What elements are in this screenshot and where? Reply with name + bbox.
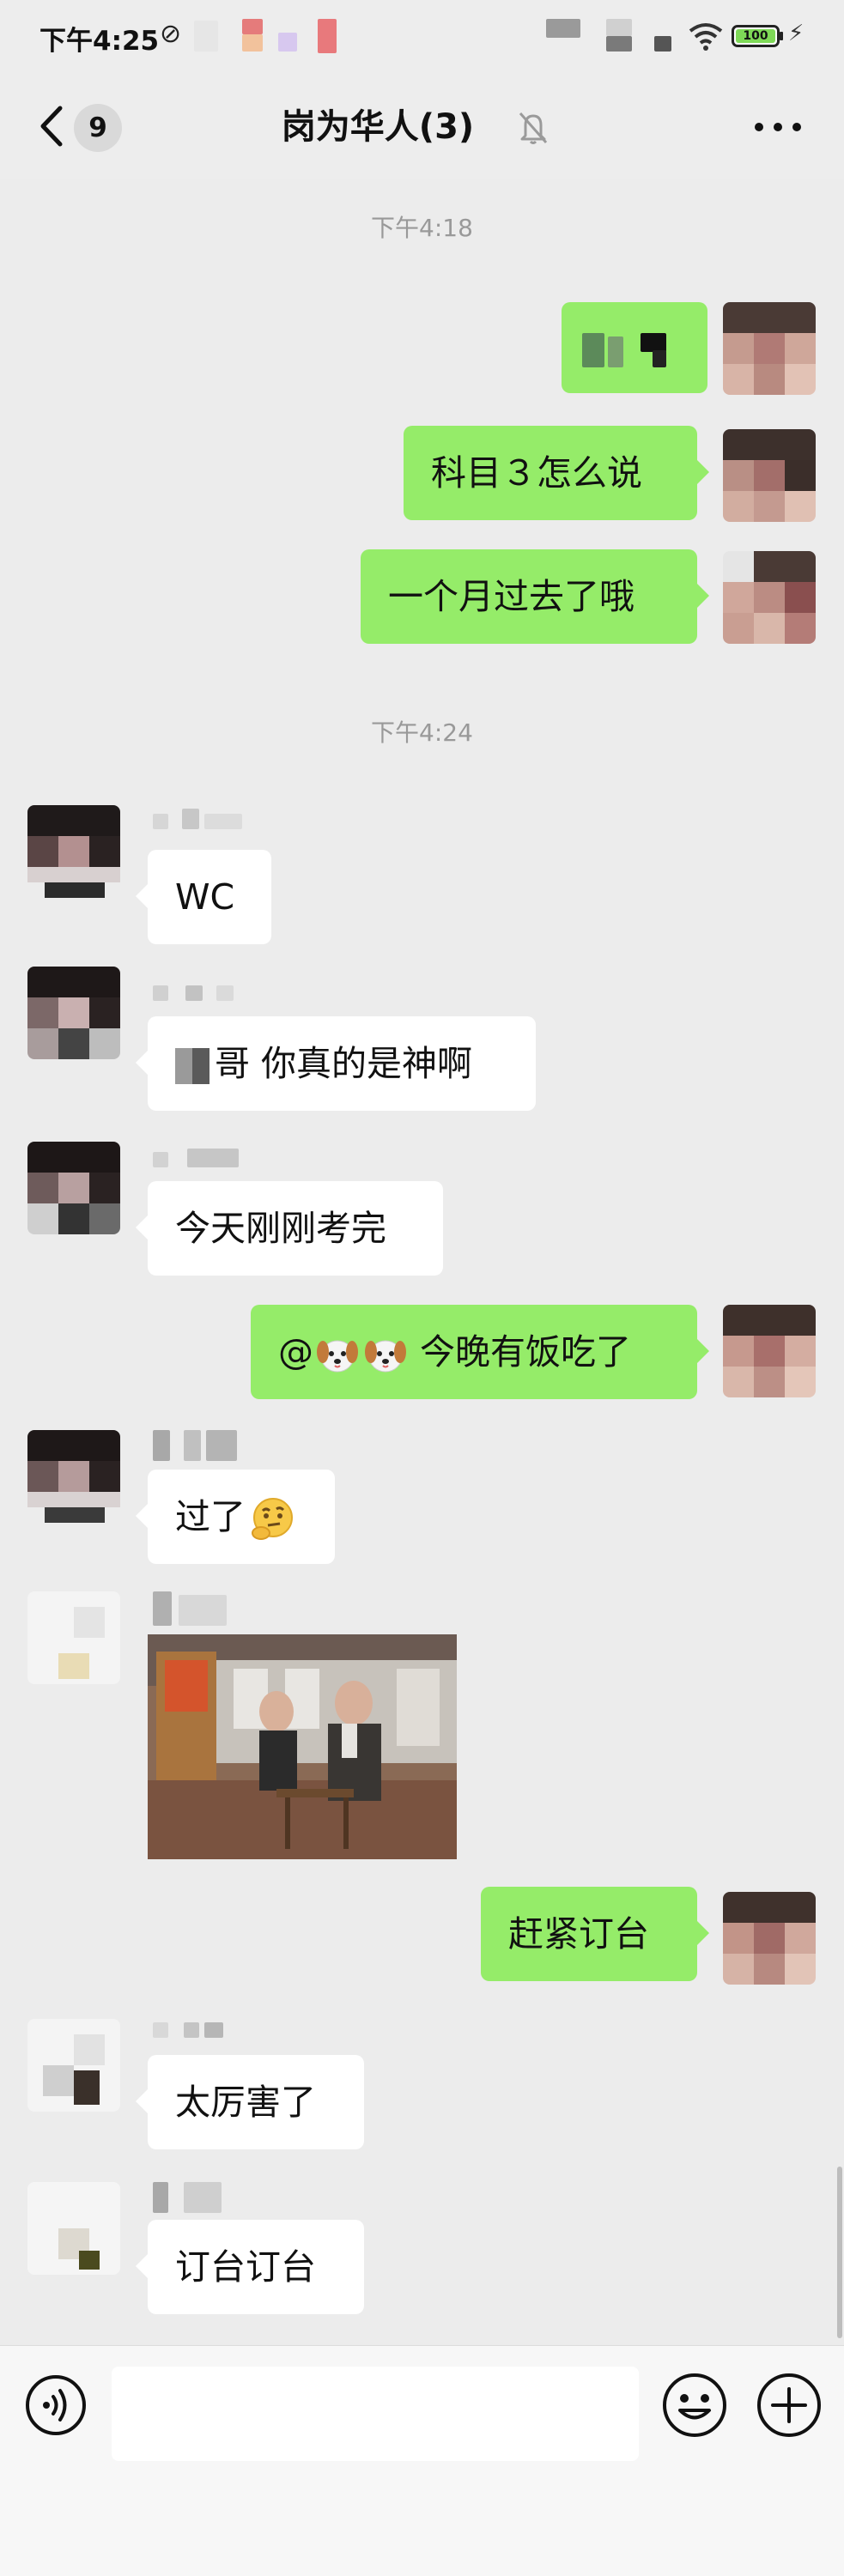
message-text: 今晚有饭吃了	[420, 1331, 631, 1373]
notifications-muted-icon: ⊘	[160, 19, 182, 49]
mention-symbol: @	[278, 1331, 313, 1373]
status-time: 下午4:25	[39, 26, 160, 57]
sender-avatar[interactable]	[27, 1142, 120, 1234]
sender-avatar[interactable]	[27, 805, 120, 898]
chevron-left-icon[interactable]	[34, 103, 69, 149]
message-text: 过了	[175, 1496, 246, 1537]
incoming-message-bubble[interactable]: 订台订台	[136, 2220, 364, 2314]
outgoing-message-bubble[interactable]: 科目３怎么说	[404, 426, 709, 520]
my-avatar[interactable]	[723, 551, 816, 644]
charging-icon: ⚡	[788, 21, 805, 46]
sender-name-pixelated	[153, 2019, 247, 2045]
sender-avatar[interactable]	[27, 2182, 120, 2275]
message-input[interactable]	[112, 2367, 639, 2461]
unread-count-badge[interactable]: 9	[74, 104, 122, 152]
incoming-message-bubble[interactable]: 哥 你真的是神啊	[136, 1016, 536, 1111]
message-timestamp: 下午4:18	[371, 214, 473, 242]
message-timestamp: 下午4:24	[371, 718, 473, 747]
my-avatar[interactable]	[723, 1305, 816, 1397]
image-content	[148, 1634, 457, 1859]
my-avatar[interactable]	[723, 302, 816, 395]
battery-cap	[780, 32, 783, 40]
plus-icon[interactable]	[756, 2372, 823, 2439]
incoming-message-bubble[interactable]: WC	[136, 850, 271, 944]
chat-header: 9 岗为华人(3)	[0, 74, 844, 179]
chat-title[interactable]: 岗为华人(3)	[249, 100, 507, 155]
my-avatar[interactable]	[723, 429, 816, 522]
sender-name-pixelated	[153, 807, 247, 833]
message-text: 哥 你真的是神啊	[215, 1043, 473, 1084]
sender-name-pixelated	[153, 1591, 247, 1626]
sender-name-pixelated	[153, 2182, 247, 2213]
pixelated-character	[175, 1048, 209, 1084]
outgoing-message-bubble[interactable]: @ 今晚有饭吃了	[251, 1305, 709, 1399]
more-horizontal-icon[interactable]	[750, 106, 805, 148]
input-bar	[0, 2345, 844, 2576]
sender-avatar[interactable]	[27, 1430, 120, 1523]
sender-avatar[interactable]	[27, 967, 120, 1059]
wifi-icon	[689, 23, 723, 51]
voice-icon[interactable]	[24, 2373, 88, 2437]
chat-scrollbar[interactable]	[837, 2167, 842, 2338]
outgoing-message-bubble[interactable]: 一个月过去了哦	[361, 549, 709, 644]
incoming-message-bubble[interactable]: 今天刚刚考完	[136, 1181, 443, 1276]
incoming-message-bubble[interactable]: 过了	[136, 1470, 335, 1564]
dog-face-emoji-icon	[317, 1340, 358, 1373]
bell-off-icon	[519, 112, 548, 144]
dog-face-emoji-icon	[365, 1340, 406, 1373]
emoji-icon[interactable]	[661, 2372, 728, 2439]
sender-name-pixelated	[153, 1430, 247, 1461]
thinking-face-emoji-icon	[252, 1498, 293, 1540]
sender-avatar[interactable]	[27, 2019, 120, 2112]
outgoing-message-bubble[interactable]: 赶紧订台	[481, 1887, 709, 1981]
battery-icon: 100	[732, 25, 780, 47]
battery-level: 100	[736, 29, 775, 43]
sender-name-pixelated	[153, 1147, 247, 1173]
my-avatar[interactable]	[723, 1892, 816, 1985]
sender-name-pixelated	[153, 980, 247, 1006]
status-bar: 下午4:25 ⊘ 100 ⚡	[0, 0, 844, 74]
sender-avatar[interactable]	[27, 1591, 120, 1684]
incoming-message-bubble[interactable]: 太厉害了	[136, 2055, 364, 2149]
outgoing-message-sticker[interactable]	[562, 302, 707, 393]
image-message[interactable]	[148, 1634, 457, 1859]
